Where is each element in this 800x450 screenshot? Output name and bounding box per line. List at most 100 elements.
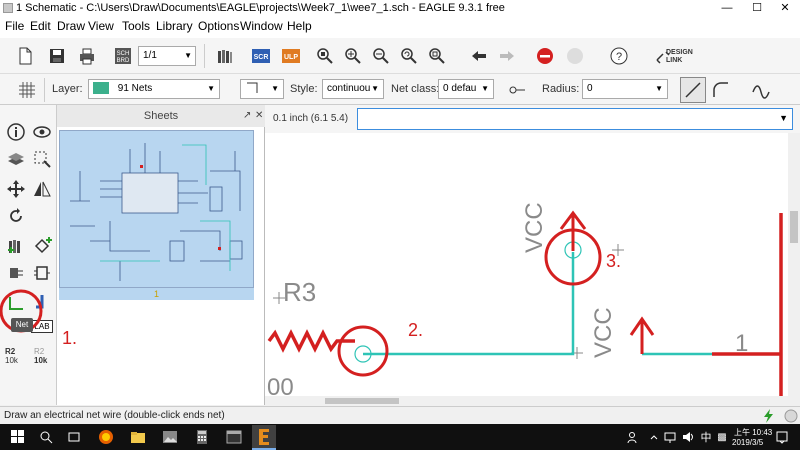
annotation-circle-2 bbox=[337, 325, 389, 377]
svg-text:SCH: SCH bbox=[117, 51, 130, 57]
close-button[interactable]: ✕ bbox=[770, 0, 800, 16]
ulp-icon[interactable]: ULP bbox=[278, 43, 304, 69]
notification-icon[interactable] bbox=[772, 427, 792, 447]
horizontal-scrollbar[interactable] bbox=[265, 396, 788, 406]
partial-label: 00 bbox=[267, 374, 294, 396]
zoom-select-icon[interactable] bbox=[424, 43, 450, 69]
close-panel-icon[interactable]: ✕ bbox=[255, 105, 263, 127]
terminal-icon[interactable] bbox=[224, 427, 244, 447]
vcc-symbol-bottom bbox=[629, 316, 655, 354]
sch-brd-switch-icon[interactable]: SCH BRD bbox=[110, 43, 136, 69]
search-icon[interactable] bbox=[36, 427, 56, 447]
menu-draw[interactable]: Draw bbox=[57, 19, 85, 33]
vertical-scroll-thumb[interactable] bbox=[790, 211, 798, 243]
svg-text:BRD: BRD bbox=[117, 58, 130, 64]
undo-icon[interactable] bbox=[466, 43, 492, 69]
menu-library[interactable]: Library bbox=[156, 19, 193, 33]
library-icon[interactable] bbox=[212, 43, 238, 69]
stop-icon[interactable] bbox=[532, 43, 558, 69]
straight-wire-icon[interactable] bbox=[680, 77, 706, 103]
style-select[interactable]: continuou ▼ bbox=[322, 79, 384, 99]
zoom-fit-icon[interactable] bbox=[312, 43, 338, 69]
sheets-panel: Sheets ↗ ✕ 1 bbox=[57, 105, 265, 405]
minimize-button[interactable]: — bbox=[712, 0, 742, 16]
name-part-button[interactable]: R2 10k bbox=[5, 347, 18, 365]
schematic-canvas[interactable]: R3 00 1 VCC VCC 2. 3. bbox=[265, 133, 788, 396]
go-icon[interactable] bbox=[562, 43, 588, 69]
add-part-icon[interactable] bbox=[3, 233, 29, 259]
task-view-icon[interactable] bbox=[64, 427, 84, 447]
menu-view[interactable]: View bbox=[88, 19, 114, 33]
chevron-down-icon: ▼ bbox=[184, 51, 192, 60]
maximize-button[interactable]: ☐ bbox=[742, 0, 772, 16]
value-part-button[interactable]: R2 10k bbox=[34, 347, 47, 365]
mark-icon[interactable] bbox=[29, 146, 55, 172]
spline-wire-icon[interactable] bbox=[748, 77, 774, 103]
net-end-icon[interactable] bbox=[504, 77, 530, 103]
undock-icon[interactable]: ↗ bbox=[243, 105, 251, 127]
style-label: Style: bbox=[290, 83, 318, 95]
new-file-icon[interactable] bbox=[12, 43, 38, 69]
firefox-icon[interactable] bbox=[96, 427, 116, 447]
clock-time[interactable]: 上午 10:43 bbox=[734, 427, 772, 438]
design-link-label[interactable]: DESIGN LINK bbox=[666, 49, 693, 65]
layer-select[interactable]: 91 Nets ▼ bbox=[88, 79, 220, 99]
layers-icon[interactable] bbox=[3, 146, 29, 172]
help-icon[interactable]: ? bbox=[606, 43, 632, 69]
arc-wire-icon[interactable] bbox=[708, 77, 734, 103]
layer-color-swatch bbox=[93, 82, 109, 95]
grid-icon[interactable] bbox=[14, 77, 40, 103]
show-icon[interactable] bbox=[29, 119, 55, 145]
annotation-label-1: 1. bbox=[62, 328, 78, 348]
horizontal-scroll-thumb[interactable] bbox=[325, 398, 399, 404]
move-icon[interactable] bbox=[3, 176, 29, 202]
windows-start-icon[interactable] bbox=[8, 427, 28, 447]
sheet-thumbnail[interactable] bbox=[59, 130, 254, 288]
zoom-in-icon[interactable] bbox=[340, 43, 366, 69]
annotation-label-2: 2. bbox=[408, 320, 424, 340]
mirror-icon[interactable] bbox=[29, 176, 55, 202]
menu-file[interactable]: File bbox=[5, 19, 24, 33]
save-icon[interactable] bbox=[44, 43, 70, 69]
menu-options[interactable]: Options bbox=[198, 19, 239, 33]
page-selector[interactable]: 1/1 ▼ bbox=[138, 46, 196, 66]
network-icon[interactable] bbox=[660, 427, 680, 447]
menu-bar: File Edit Draw View Tools Library Option… bbox=[0, 16, 800, 38]
sheets-header: Sheets ↗ ✕ bbox=[57, 105, 265, 127]
chevron-down-icon: ▼ bbox=[655, 84, 663, 93]
clock-date[interactable]: 2019/3/5 bbox=[732, 438, 763, 447]
net-wire-main bbox=[363, 252, 575, 356]
add-pin-icon[interactable] bbox=[29, 233, 55, 259]
wire-bend-select[interactable]: ▼ bbox=[240, 79, 284, 99]
radius-select[interactable]: 0 ▼ bbox=[582, 79, 668, 99]
eagle-icon[interactable] bbox=[252, 425, 276, 448]
print-icon[interactable] bbox=[74, 43, 100, 69]
netclass-select[interactable]: 0 defau ▼ bbox=[438, 79, 494, 99]
menu-tools[interactable]: Tools bbox=[122, 19, 150, 33]
script-icon[interactable]: SCR bbox=[248, 43, 274, 69]
calculator-icon[interactable] bbox=[192, 427, 212, 447]
rotate-icon[interactable] bbox=[3, 203, 29, 229]
pin-number: 1 bbox=[735, 330, 748, 357]
sheet-thumbnail-drawing bbox=[70, 143, 243, 281]
input-mode-icon[interactable]: ▩ bbox=[712, 427, 732, 447]
vcc-label-top: VCC bbox=[521, 202, 548, 253]
vertical-scrollbar[interactable] bbox=[788, 133, 800, 396]
volume-icon[interactable] bbox=[678, 427, 698, 447]
people-icon[interactable] bbox=[624, 427, 644, 447]
radius-label: Radius: bbox=[542, 83, 580, 95]
menu-edit[interactable]: Edit bbox=[30, 19, 51, 33]
zoom-redraw-icon[interactable] bbox=[396, 43, 422, 69]
file-explorer-icon[interactable] bbox=[128, 427, 148, 447]
command-input[interactable]: ▼ bbox=[357, 108, 793, 130]
info-icon[interactable] bbox=[3, 119, 29, 145]
netclass-label: Net class: bbox=[391, 83, 440, 95]
redo-icon[interactable] bbox=[494, 43, 520, 69]
chevron-down-icon: ▼ bbox=[207, 84, 215, 93]
title-bar: 1 Schematic - C:\Users\Draw\Documents\EA… bbox=[0, 0, 800, 16]
menu-help[interactable]: Help bbox=[287, 19, 312, 33]
main-toolbar: SCH BRD 1/1 ▼ SCR ULP ? DESIGN LINK bbox=[0, 38, 800, 74]
zoom-out-icon[interactable] bbox=[368, 43, 394, 69]
menu-window[interactable]: Window bbox=[240, 19, 283, 33]
photos-icon[interactable] bbox=[160, 427, 180, 447]
